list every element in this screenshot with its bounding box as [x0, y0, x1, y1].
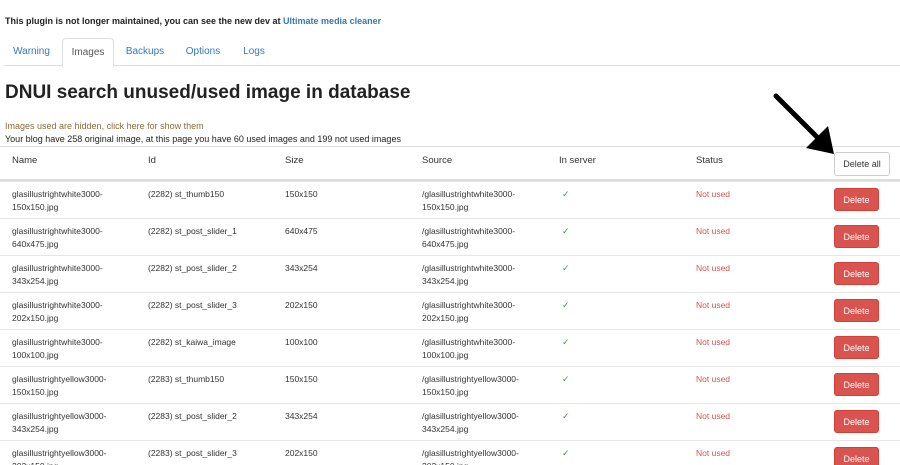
header-size: Size: [285, 155, 304, 166]
table-row: glasillustrightwhite3000-343x254.jpg (22…: [0, 255, 900, 292]
header-status: Status: [696, 155, 723, 166]
show-used-images-link[interactable]: Images used are hidden, click here for s…: [5, 121, 204, 131]
cell-source: /glasillustrightyellow3000-150x150.jpg: [422, 374, 519, 397]
delete-button[interactable]: Delete: [834, 299, 879, 322]
table-row: glasillustrightyellow3000-202x150.jpg (2…: [0, 440, 900, 465]
status-badge: Not used: [696, 300, 731, 310]
cell-name: glasillustrightyellow3000-343x254.jpg: [12, 411, 107, 434]
cell-id: (2283) st_thumb150: [148, 374, 225, 384]
cell-source: /glasillustrightwhite3000-202x150.jpg: [422, 300, 516, 323]
table-row: glasillustrightwhite3000-100x100.jpg (22…: [0, 329, 900, 366]
cell-size: 202x150: [285, 448, 318, 458]
status-badge: Not used: [696, 411, 731, 421]
cell-name: glasillustrightwhite3000-343x254.jpg: [12, 263, 103, 286]
cell-source: /glasillustrightwhite3000-343x254.jpg: [422, 263, 516, 286]
check-icon: ✓: [562, 411, 570, 421]
arrow-pointer-icon: [773, 93, 834, 154]
table-header: Name Id Size Source In server Status: [0, 146, 900, 181]
table-row: glasillustrightwhite3000-640x475.jpg (22…: [0, 218, 900, 255]
cell-source: /glasillustrightyellow3000-202x150.jpg: [422, 448, 519, 465]
header-source: Source: [422, 155, 453, 166]
header-id: Id: [148, 155, 156, 166]
cell-source: /glasillustrightyellow3000-343x254.jpg: [422, 411, 519, 434]
cell-name: glasillustrightwhite3000-202x150.jpg: [12, 300, 103, 323]
cell-source: /glasillustrightwhite3000-100x100.jpg: [422, 337, 516, 360]
table-row: glasillustrightyellow3000-150x150.jpg (2…: [0, 366, 900, 403]
cell-size: 640x475: [285, 226, 318, 236]
delete-button[interactable]: Delete: [834, 410, 879, 433]
check-icon: ✓: [562, 226, 570, 236]
page-title: DNUI search unused/used image in databas…: [5, 82, 411, 103]
delete-all-button[interactable]: Delete all: [834, 152, 890, 176]
status-badge: Not used: [696, 448, 731, 458]
cell-size: 100x100: [285, 337, 318, 347]
table-row: glasillustrightwhite3000-150x150.jpg (22…: [0, 181, 900, 218]
delete-button[interactable]: Delete: [834, 262, 879, 285]
check-icon: ✓: [562, 263, 570, 273]
check-icon: ✓: [562, 337, 570, 347]
tab-backups[interactable]: Backups: [117, 38, 173, 66]
cell-name: glasillustrightyellow3000-150x150.jpg: [12, 374, 107, 397]
header-name: Name: [12, 155, 38, 166]
status-badge: Not used: [696, 226, 731, 236]
tab-images[interactable]: Images: [62, 38, 114, 67]
delete-button[interactable]: Delete: [834, 336, 879, 359]
status-badge: Not used: [696, 337, 731, 347]
status-badge: Not used: [696, 263, 731, 273]
check-icon: ✓: [562, 448, 570, 458]
cell-size: 343x254: [285, 411, 318, 421]
check-icon: ✓: [562, 300, 570, 310]
cell-id: (2282) st_post_slider_1: [148, 226, 237, 236]
notice-text: This plugin is not longer maintained, yo…: [5, 16, 284, 26]
images-summary: Your blog have 258 original image, at th…: [5, 134, 401, 144]
check-icon: ✓: [562, 189, 570, 199]
cell-size: 150x150: [285, 189, 318, 199]
cell-source: /glasillustrightwhite3000-640x475.jpg: [422, 226, 516, 249]
status-badge: Not used: [696, 189, 731, 199]
delete-button[interactable]: Delete: [834, 225, 879, 248]
cell-name: glasillustrightwhite3000-640x475.jpg: [12, 226, 103, 249]
table-row: glasillustrightyellow3000-343x254.jpg (2…: [0, 403, 900, 440]
delete-button[interactable]: Delete: [834, 373, 879, 396]
ultimate-media-cleaner-link[interactable]: Ultimate media cleaner: [283, 16, 381, 26]
cell-id: (2282) st_kaiwa_image: [148, 337, 236, 347]
header-in-server: In server: [559, 155, 596, 166]
cell-name: glasillustrightwhite3000-100x100.jpg: [12, 337, 103, 360]
tab-warning[interactable]: Warning: [4, 38, 59, 66]
cell-size: 150x150: [285, 374, 318, 384]
delete-button[interactable]: Delete: [834, 447, 879, 465]
tab-options[interactable]: Options: [176, 38, 230, 66]
delete-button[interactable]: Delete: [834, 188, 879, 211]
status-badge: Not used: [696, 374, 731, 384]
cell-id: (2282) st_post_slider_3: [148, 300, 237, 310]
cell-id: (2283) st_post_slider_2: [148, 411, 237, 421]
cell-size: 343x254: [285, 263, 318, 273]
table-row: glasillustrightwhite3000-202x150.jpg (22…: [0, 292, 900, 329]
plugin-notice: This plugin is not longer maintained, yo…: [5, 16, 381, 26]
tab-bar: Warning Images Backups Options Logs: [4, 38, 900, 67]
cell-name: glasillustrightwhite3000-150x150.jpg: [12, 189, 103, 212]
cell-id: (2282) st_thumb150: [148, 189, 225, 199]
cell-size: 202x150: [285, 300, 318, 310]
cell-id: (2282) st_post_slider_2: [148, 263, 237, 273]
cell-id: (2283) st_post_slider_3: [148, 448, 237, 458]
check-icon: ✓: [562, 374, 570, 384]
cell-name: glasillustrightyellow3000-202x150.jpg: [12, 448, 107, 465]
cell-source: /glasillustrightwhite3000-150x150.jpg: [422, 189, 516, 212]
tab-logs[interactable]: Logs: [234, 38, 274, 66]
